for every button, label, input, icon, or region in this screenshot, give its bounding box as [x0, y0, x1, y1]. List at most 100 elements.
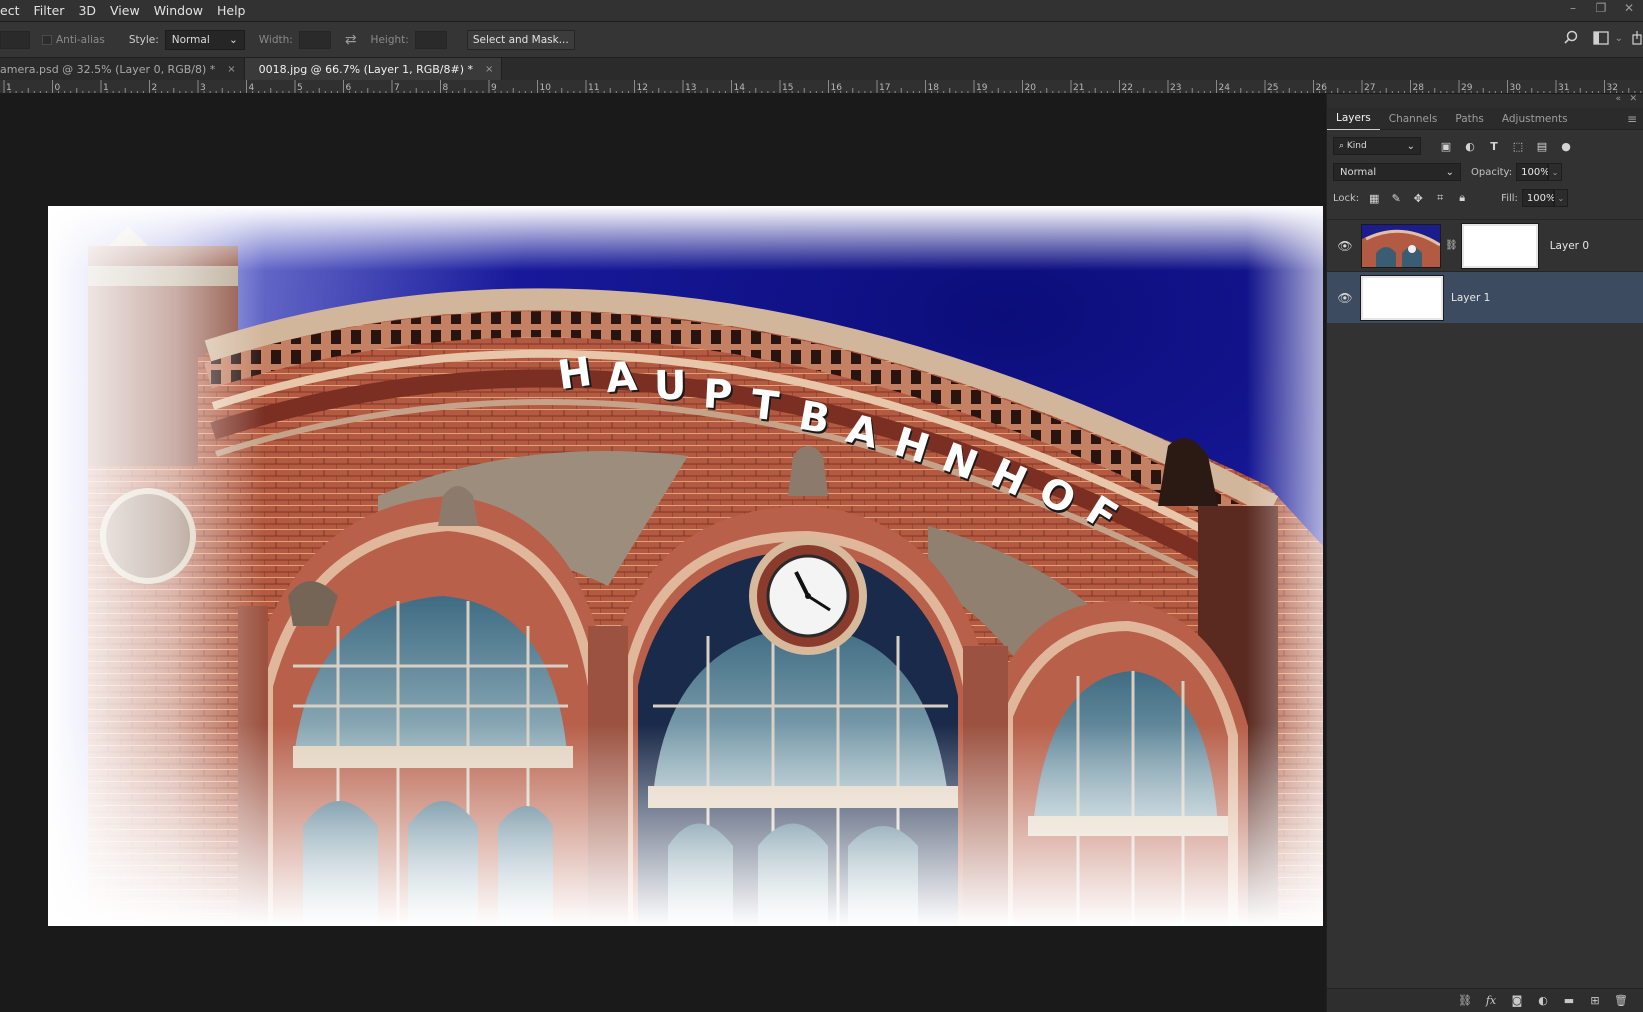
menu-window[interactable]: Window — [147, 0, 210, 22]
width-label: Width: — [258, 33, 293, 46]
document-tab-bar: amera.psd @ 32.5% (Layer 0, RGB/8) * × 0… — [0, 58, 1643, 80]
menu-3d[interactable]: 3D — [71, 0, 103, 22]
lock-all-icon[interactable]: 🔒︎ — [1455, 191, 1469, 205]
search-icon[interactable] — [1563, 30, 1579, 46]
ruler-label: 8 — [443, 83, 449, 93]
ruler-label: 6 — [346, 83, 352, 93]
layer-thumbnail[interactable] — [1360, 274, 1444, 321]
close-icon[interactable]: × — [485, 64, 493, 75]
workspace-icon[interactable] — [1592, 31, 1609, 45]
horizontal-ruler[interactable]: 1 0 1 2 3 4 5 6 7 8 9 10 11 12 13 14 15 16 17 18 19 20 21 22 23 2… — [0, 80, 1643, 94]
style-value: Normal — [171, 33, 210, 46]
layer-name[interactable]: Layer 1 — [1451, 292, 1490, 304]
close-icon[interactable]: ✕ — [1629, 94, 1637, 104]
shape-filter-icon[interactable]: ⬚ — [1511, 139, 1525, 153]
link-layers-icon[interactable]: ⛓︎ — [1452, 994, 1478, 1007]
adjustment-filter-icon[interactable]: ◐ — [1463, 139, 1477, 153]
smart-object-filter-icon[interactable]: ▤ — [1535, 139, 1549, 153]
new-layer-icon[interactable]: ⊞ — [1582, 994, 1608, 1007]
style-select[interactable]: Normal ⌄ — [164, 29, 245, 50]
close-icon[interactable]: ✕ — [1615, 0, 1643, 22]
close-icon[interactable]: × — [227, 64, 235, 75]
panel-header-strip: « ✕ — [1327, 94, 1643, 108]
tab-label: 0018.jpg @ 66.7% (Layer 1, RGB/8#) * — [258, 62, 473, 76]
fill-input[interactable]: 100% — [1521, 189, 1556, 207]
lock-position-icon[interactable]: ✥ — [1411, 191, 1425, 205]
style-label: Style: — [128, 33, 159, 46]
menu-view[interactable]: View — [103, 0, 147, 22]
menu-bar: ect Filter 3D View Window Help – ❐ ✕ — [0, 0, 1643, 22]
ruler-label: 3 — [200, 83, 206, 93]
type-filter-icon[interactable]: T — [1487, 139, 1501, 153]
filter-toggle-icon[interactable]: ● — [1559, 139, 1573, 153]
ruler-label: 9 — [491, 83, 497, 93]
select-and-mask-button[interactable]: Select and Mask... — [466, 29, 575, 50]
eye-icon[interactable]: 👁︎ — [1335, 291, 1355, 305]
lock-transparency-icon[interactable]: ▦ — [1367, 191, 1381, 205]
link-icon[interactable]: ⛓︎ — [1445, 240, 1458, 251]
adjustment-layer-icon[interactable]: ◐ — [1530, 994, 1556, 1007]
menu-help[interactable]: Help — [210, 0, 253, 22]
ruler-label: 0 — [55, 83, 61, 93]
chevron-down-icon[interactable]: ⌄ — [1615, 33, 1623, 44]
chevron-down-icon: ⌄ — [1406, 140, 1415, 152]
opacity-label: Opacity: — [1471, 166, 1513, 178]
panel-tabs: Layers Channels Paths Adjustments ≡ — [1327, 108, 1643, 130]
panel-menu-icon[interactable]: ≡ — [1627, 112, 1637, 126]
search-icon: ⌕ Kind — [1339, 141, 1367, 151]
layer-thumbnail[interactable] — [1361, 223, 1441, 268]
blend-mode-value: Normal — [1340, 166, 1377, 178]
ruler-ticks: 1 0 1 2 3 4 5 6 7 8 9 10 11 12 13 14 15 16 17 18 19 20 21 22 23 2… — [3, 80, 1642, 93]
image-filter-icon[interactable]: ▣ — [1439, 139, 1453, 153]
add-mask-icon[interactable]: ◙ — [1504, 994, 1530, 1007]
height-label: Height: — [370, 33, 409, 46]
menu-filter[interactable]: Filter — [26, 0, 71, 22]
menu-select[interactable]: ect — [0, 0, 26, 22]
ruler-label: 7 — [394, 83, 400, 93]
tab-camera-psd[interactable]: amera.psd @ 32.5% (Layer 0, RGB/8) * × — [0, 58, 245, 80]
antialias-checkbox[interactable] — [42, 34, 52, 45]
trash-icon[interactable]: 🗑︎ — [1608, 994, 1634, 1007]
minimize-icon[interactable]: – — [1559, 0, 1587, 22]
layer-mask-thumbnail[interactable] — [1460, 222, 1539, 269]
tab-layers[interactable]: Layers — [1327, 107, 1380, 130]
tab-adjustments[interactable]: Adjustments — [1493, 108, 1577, 130]
collapse-icon[interactable]: « — [1615, 94, 1621, 104]
lock-row: Lock: ▦ ✎ ✥ ⌗ 🔒︎ Fill: 100% ⌄ — [1327, 185, 1643, 211]
chevron-down-icon[interactable]: ⌄ — [1553, 189, 1568, 207]
tab-0018-jpg[interactable]: 0018.jpg @ 66.7% (Layer 1, RGB/8#) * × — [244, 58, 503, 80]
tab-channels[interactable]: Channels — [1380, 108, 1447, 130]
ruler-label: 4 — [249, 83, 255, 93]
blend-mode-select[interactable]: Normal ⌄ — [1333, 163, 1461, 181]
layer-0-thumbnail-image — [1362, 224, 1440, 267]
tab-label: amera.psd @ 32.5% (Layer 0, RGB/8) * — [0, 62, 216, 76]
layer-row-layer-1[interactable]: 👁︎ Layer 1 — [1327, 271, 1643, 323]
tab-paths[interactable]: Paths — [1446, 108, 1493, 130]
opacity-input[interactable]: 100% — [1516, 163, 1550, 181]
ruler-label: 1 — [6, 83, 12, 93]
options-bar: Anti-alias Style: Normal ⌄ Width: ⇄ Heig… — [0, 22, 1643, 58]
fx-icon[interactable]: fx — [1478, 994, 1504, 1007]
lock-artboard-icon[interactable]: ⌗ — [1433, 191, 1447, 205]
width-input[interactable] — [298, 30, 331, 49]
document-canvas[interactable]: HAUPTBAHNHOF — [48, 206, 1323, 926]
kind-filter-select[interactable]: ⌕ Kind ⌄ — [1333, 137, 1421, 155]
ruler-label: 5 — [297, 83, 303, 93]
eye-icon[interactable]: 👁︎ — [1335, 239, 1355, 253]
new-group-icon[interactable]: ▬ — [1556, 994, 1582, 1007]
height-input[interactable] — [414, 30, 447, 49]
restore-icon[interactable]: ❐ — [1587, 0, 1615, 22]
canvas-area[interactable]: HAUPTBAHNHOF — [0, 94, 1326, 1012]
layers-panel: « ✕ Layers Channels Paths Adjustments ≡ … — [1326, 94, 1643, 1012]
swap-icon[interactable]: ⇄ — [345, 32, 357, 48]
feather-field[interactable] — [0, 30, 30, 49]
lock-pixels-icon[interactable]: ✎ — [1389, 191, 1403, 205]
chevron-down-icon[interactable]: ⌄ — [1548, 163, 1563, 181]
layer-name[interactable]: Layer 0 — [1550, 240, 1589, 252]
kind-label: Kind — [1346, 141, 1367, 151]
layer-row-layer-0[interactable]: 👁︎ ⛓︎ Layer 0 — [1327, 219, 1643, 271]
share-icon[interactable] — [1631, 31, 1643, 45]
lock-label: Lock: — [1333, 192, 1360, 204]
chevron-down-icon: ⌄ — [1445, 166, 1454, 178]
chevron-down-icon: ⌄ — [228, 33, 238, 46]
